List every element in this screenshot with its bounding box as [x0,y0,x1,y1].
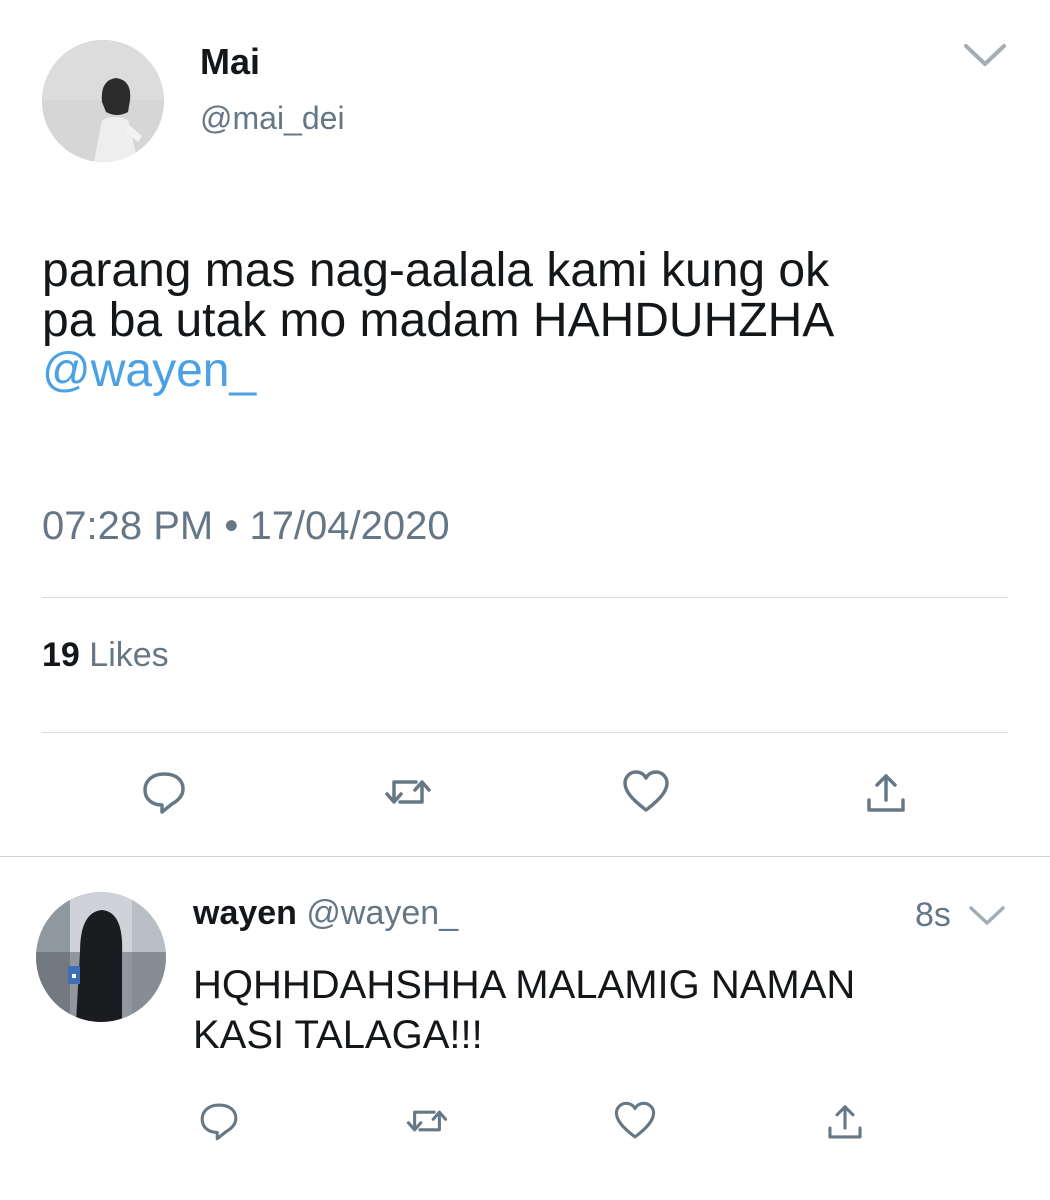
avatar[interactable] [42,40,164,162]
tweet-text: parang mas nag-aalala kami kung ok pa ba… [42,246,1022,396]
retweet-icon[interactable] [404,1098,450,1144]
likes-label: Likes [89,636,169,674]
avatar-image [42,40,164,162]
divider [42,732,1008,733]
share-icon[interactable] [822,1098,868,1144]
like-icon[interactable] [620,766,672,818]
tweet-text-line: parang mas nag-aalala kami kung ok [42,244,830,297]
main-tweet: Mai @mai_dei parang mas nag-aalala kami … [0,0,1050,858]
avatar-image [36,892,166,1022]
likes-summary[interactable]: 19 Likes [42,634,169,676]
reply-timestamp: 8s [915,896,951,934]
display-name[interactable]: Mai [200,40,260,84]
reply-text-line: HQHHDAHSHHA MALAMIG NAMAN [193,963,856,1007]
retweet-icon[interactable] [382,766,434,818]
chevron-down-icon[interactable] [966,900,1008,930]
reply-header: wayen @wayen_ [193,892,458,934]
section-divider [0,856,1050,857]
reply-display-name[interactable]: wayen [193,894,297,932]
likes-count: 19 [42,636,80,674]
reply-icon[interactable] [196,1098,242,1144]
mention-link[interactable]: @wayen_ [42,346,1022,396]
tweet-text-line: pa ba utak mo madam HAHDUHZHA [42,294,835,347]
timestamp[interactable]: 07:28 PM • 17/04/2020 [42,502,450,550]
share-icon[interactable] [860,766,912,818]
chevron-down-icon[interactable] [960,36,1010,72]
divider [42,597,1008,598]
reply-username-handle[interactable]: @wayen_ [306,894,458,932]
reply-icon[interactable] [138,766,190,818]
reply-text: HQHHDAHSHHA MALAMIG NAMAN KASI TALAGA!!! [193,960,1023,1060]
reply-text-line: KASI TALAGA!!! [193,1013,483,1057]
like-icon[interactable] [612,1098,658,1144]
avatar[interactable] [36,892,166,1022]
username-handle[interactable]: @mai_dei [200,98,345,138]
